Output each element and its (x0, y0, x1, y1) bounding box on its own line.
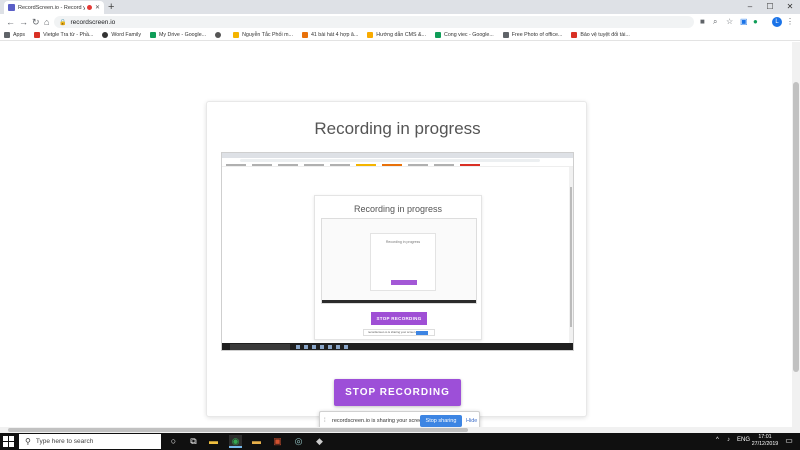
recording-indicator-icon (86, 5, 92, 10)
search-placeholder: Type here to search (35, 438, 94, 445)
language-indicator[interactable]: ENG (737, 437, 750, 443)
clock-time: 17:01 (758, 434, 772, 440)
stop-recording-button[interactable]: STOP RECORDING (334, 379, 461, 406)
preview-stop-sharing (416, 331, 428, 335)
windows-taskbar: ⚲ Type here to search ○ ⧉ ▬ ◉ ▬ ▣ ◎ ◆ ^ … (0, 433, 800, 450)
bookmark-huong-dan[interactable]: Hướng dẫn CMS &... (367, 32, 426, 38)
home-icon[interactable]: ⌂ (44, 16, 49, 28)
camera-icon[interactable]: ■ (700, 17, 705, 27)
back-arrow-icon[interactable]: ← (6, 16, 15, 28)
preview-nested-title: Recording in progress (385, 240, 421, 244)
recording-card: Recording in progress Recording in progr… (206, 101, 587, 417)
translate-icon[interactable]: ▣ (740, 17, 748, 27)
preview-recording-card: Recording in progress Recording in progr… (314, 195, 482, 340)
vertical-scroll-thumb[interactable] (793, 82, 799, 372)
hide-button[interactable]: Hide (466, 418, 477, 424)
page-title: Recording in progress (314, 119, 481, 138)
preview-taskbar (222, 343, 573, 350)
zoom-icon[interactable]: ⌕ (713, 17, 717, 27)
lock-icon: 🔒 (59, 19, 67, 26)
forward-arrow-icon[interactable]: → (19, 16, 28, 28)
new-tab-button[interactable]: + (108, 1, 114, 13)
minimize-button[interactable]: – (740, 0, 760, 14)
bookmark-site-icon (301, 32, 308, 38)
windows-start-icon[interactable] (3, 436, 14, 447)
notification-icon[interactable]: ▭ (784, 436, 794, 446)
tab-title: RecordScreen.io - Record yo... (18, 4, 85, 11)
system-clock[interactable]: 17:01 27/12/2019 (750, 434, 780, 448)
stop-sharing-button[interactable]: Stop sharing (420, 415, 462, 427)
apps-grid-icon (4, 32, 10, 38)
tray-up-arrow-icon[interactable]: ^ (716, 437, 719, 443)
close-window-button[interactable]: ✕ (780, 0, 800, 14)
browser-tab[interactable]: RecordScreen.io - Record yo... ✕ (4, 1, 104, 14)
screen-preview: Recording in progress Recording in progr… (221, 152, 574, 351)
folder-icon[interactable]: ▬ (250, 435, 263, 448)
bookmark-free-photo[interactable]: Free Photo of office... (502, 32, 562, 38)
apple-icon (215, 32, 222, 38)
sharing-message: recordscreen.io is sharing your screen. (332, 418, 427, 424)
bookmark-apps[interactable]: Apps (4, 32, 25, 38)
browser-toolbar: ← → ↻ ⌂ 🔒 recordscreen.io ■ ⌕ ☆ ▣ ● ⋮ (0, 14, 800, 30)
file-explorer-icon[interactable]: ▬ (207, 435, 220, 448)
bookmark-site-icon (571, 32, 578, 38)
preview-url-bar (240, 159, 540, 162)
app-icon[interactable]: ◆ (313, 435, 326, 448)
bookmark-word-family[interactable]: Word Family (102, 32, 141, 38)
tab-close-icon[interactable]: ✕ (95, 4, 100, 11)
preview-nested-card: Recording in progress (370, 233, 436, 291)
clock-date: 27/12/2019 (751, 441, 779, 447)
taskbar-search-box[interactable]: ⚲ Type here to search (19, 434, 161, 449)
bookmark-site-icon (233, 32, 240, 38)
star-icon[interactable]: ☆ (726, 17, 733, 27)
volume-icon[interactable]: ♪ (727, 437, 730, 443)
bookmark-vietgle[interactable]: Vietgle Tra từ - Phầ... (34, 32, 93, 38)
folder-icon (367, 32, 374, 38)
google-drive-icon (435, 32, 442, 38)
bookmarks-bar: Apps Vietgle Tra từ - Phầ... Word Family… (0, 30, 800, 41)
preview-stop-button: STOP RECORDING (371, 312, 427, 325)
preview-bookmarks (222, 163, 573, 167)
bookmark-41-bai-hat[interactable]: 41 bài hát 4 hợp â... (301, 32, 358, 38)
url-text: recordscreen.io (70, 18, 116, 26)
camera-icon (502, 32, 509, 38)
preview-nested-taskbar (322, 300, 476, 303)
bookmark-nguyen-tac[interactable]: Nguyễn Tắc Phối m... (233, 32, 293, 38)
reload-icon[interactable]: ↻ (32, 16, 40, 28)
task-view-icon[interactable]: ⧉ (187, 435, 200, 448)
powerpoint-icon[interactable]: ▣ (271, 435, 284, 448)
menu-dots-icon[interactable]: ⋮ (786, 17, 794, 27)
maximize-button[interactable]: ☐ (760, 0, 780, 14)
preview-share-notice: recordscreen.io is sharing your screen. (363, 329, 435, 336)
bookmark-cong-viec[interactable]: Cong viec - Google... (435, 32, 494, 38)
address-bar[interactable]: 🔒 recordscreen.io (54, 16, 694, 28)
bookmark-bao-ve[interactable]: Bảo vệ tuyệt đối tài... (571, 32, 630, 38)
google-drive-icon (149, 32, 156, 38)
extension-icon[interactable]: ● (753, 17, 758, 27)
profile-avatar[interactable]: L (772, 17, 782, 27)
page-viewport: Recording in progress Recording in progr… (0, 42, 792, 427)
steam-icon[interactable]: ◎ (292, 435, 305, 448)
preview-title: Recording in progress (353, 204, 443, 214)
preview-nested-button (391, 280, 417, 285)
recordscreen-favicon-icon (8, 4, 15, 11)
vietgle-icon (34, 32, 41, 38)
chrome-icon[interactable]: ◉ (229, 435, 242, 448)
preview-nested-screen: Recording in progress (321, 218, 477, 304)
tab-strip: RecordScreen.io - Record yo... ✕ + – ☐ ✕ (0, 0, 800, 14)
drag-handle-icon[interactable]: ⁞ (324, 418, 326, 424)
bookmark-my-drive[interactable]: My Drive - Google... (149, 32, 206, 38)
globe-icon (102, 32, 109, 38)
horizontal-scroll-thumb[interactable] (8, 428, 468, 432)
bookmark-apple[interactable] (215, 32, 224, 38)
cortana-icon[interactable]: ○ (167, 435, 180, 448)
vertical-scrollbar[interactable] (792, 42, 800, 427)
search-icon: ⚲ (25, 437, 31, 446)
preview-scrollbar (569, 167, 573, 343)
